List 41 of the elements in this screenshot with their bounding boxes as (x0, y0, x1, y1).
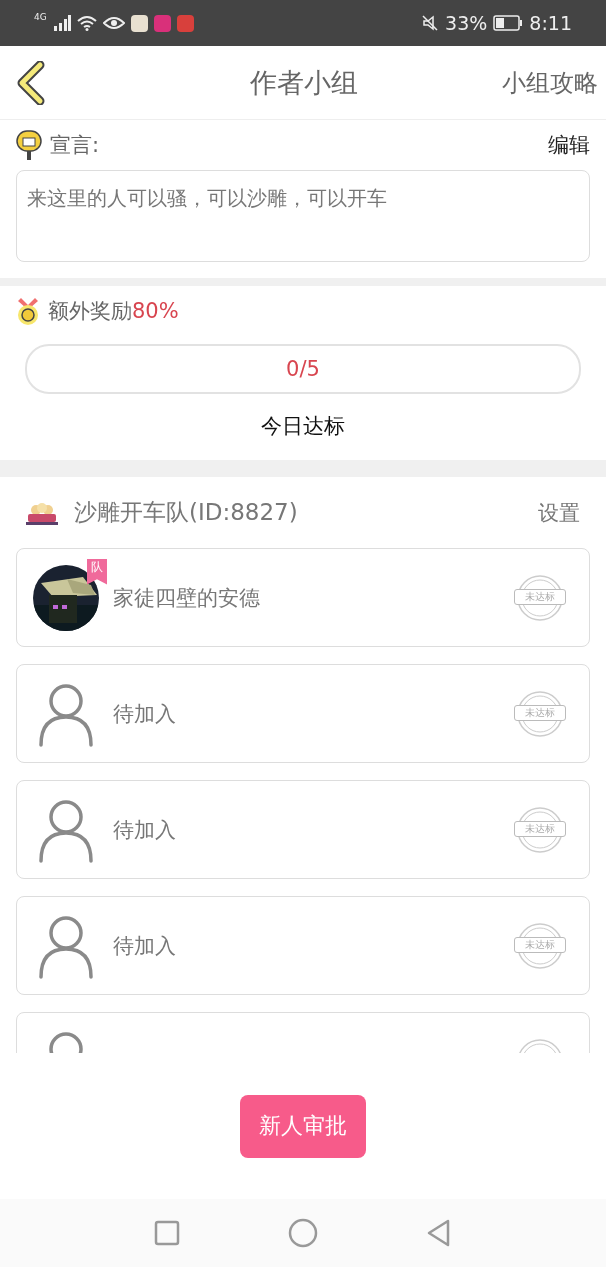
home-icon[interactable] (288, 1218, 318, 1248)
mailbox-icon (16, 130, 42, 160)
signal-icon (52, 15, 71, 31)
approve-button[interactable]: 新人审批 (240, 1094, 366, 1158)
clock: 8:11 (529, 12, 572, 34)
network-label: 4G (34, 12, 47, 22)
manifesto-field[interactable]: 来这里的人可以骚，可以沙雕，可以开车 (16, 170, 590, 262)
member-card[interactable]: 待加入 未达标 (16, 896, 590, 995)
member-name: 待加入 (113, 700, 177, 728)
mute-icon (421, 14, 440, 32)
guide-link[interactable]: 小组攻略 (502, 66, 598, 99)
wifi-icon (76, 15, 97, 31)
page-title: 作者小组 (249, 65, 359, 100)
member-card[interactable]: 队 家徒四壁的安德 未达标 (16, 548, 590, 647)
member-card[interactable]: 待加入 未达标 (16, 664, 590, 763)
stamp-label: 未达标 (514, 820, 566, 837)
team-name: 沙雕开车队(ID:8827) (74, 498, 299, 527)
back-nav-icon[interactable] (426, 1218, 452, 1248)
team-badge: 队 (87, 558, 107, 585)
app-icon (130, 14, 148, 32)
stamp-label: 未达标 (514, 704, 566, 721)
member-name: 待加入 (113, 932, 177, 960)
battery-percent: 33% (445, 12, 488, 34)
member-name: 家徒四壁的安德 (113, 584, 261, 612)
stamp-label: 未达标 (514, 936, 566, 953)
battery-icon (493, 15, 524, 31)
reward-label: 额外奖励80% (48, 298, 179, 325)
app-icon (176, 14, 194, 32)
progress-caption: 今日达标 (261, 414, 345, 438)
eye-icon (102, 15, 125, 31)
settings-link[interactable]: 设置 (538, 498, 580, 527)
manifesto-label: 宣言: (50, 132, 100, 159)
back-icon[interactable] (16, 60, 46, 105)
medal-icon (16, 296, 40, 326)
app-icon (153, 14, 171, 32)
edit-link[interactable]: 编辑 (548, 131, 590, 159)
stamp-label: 未达标 (514, 588, 566, 605)
member-card[interactable]: 待加入 未达标 (16, 780, 590, 879)
recent-apps-icon[interactable] (154, 1220, 180, 1246)
progress-count: 0/5 (286, 357, 320, 381)
member-name: 待加入 (113, 816, 177, 844)
